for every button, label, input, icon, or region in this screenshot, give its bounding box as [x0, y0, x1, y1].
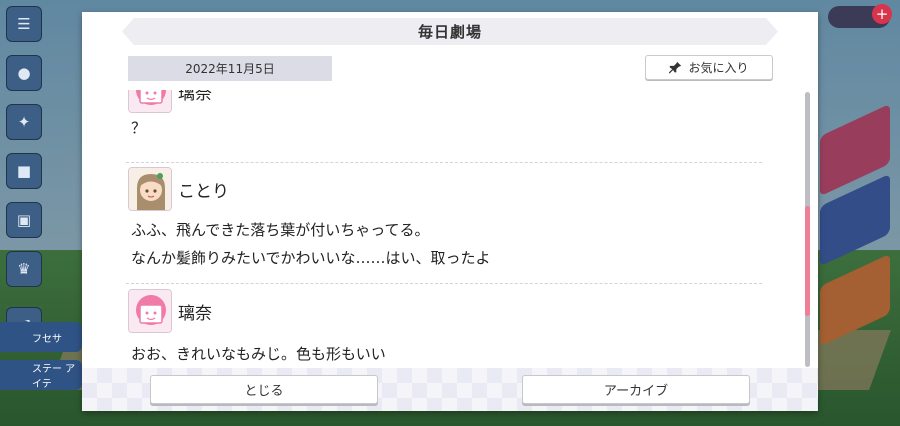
close-button[interactable]: とじる	[150, 375, 378, 404]
speaker-name: ことり	[178, 181, 229, 202]
favorite-button[interactable]: お気に入り	[645, 55, 773, 80]
rina-avatar	[128, 90, 172, 113]
daily-theater-dialog: 毎日劇場 2022年11月5日 お気に入り 璃奈 ？ ことり ふふ、飛んできた落…	[82, 12, 818, 411]
left-menu: ☰ ● ✦ ■ ▣ ♛ ⤢	[6, 6, 42, 356]
left-tab-1[interactable]: フセサ	[0, 322, 82, 352]
left-tab-2[interactable]: ステー アイテ	[0, 360, 82, 390]
date-label: 2022年11月5日	[128, 56, 332, 81]
dialogue-line: なんか髪飾りみたいでかわいいな……はい、取ったよ	[131, 249, 491, 267]
left-tab-1-label: フセサ	[32, 333, 62, 345]
title-bar: 毎日劇場	[122, 18, 778, 45]
pin-icon	[669, 61, 682, 74]
dialogue-line: ふふ、飛んできた落ち葉が付いちゃってる。	[131, 221, 430, 239]
speaker-name: 璃奈	[178, 303, 212, 324]
speaker-name: 璃奈	[178, 90, 212, 104]
scrollbar-thumb[interactable]	[805, 206, 810, 316]
chat-icon[interactable]: ●	[6, 55, 42, 91]
dialogue-entry: ことり ふふ、飛んできた落ち葉が付いちゃってる。 なんか髪飾りみたいでかわいいな…	[128, 166, 768, 272]
left-tab-2-label: ステー アイテ	[32, 364, 76, 390]
archive-button[interactable]: アーカイブ	[522, 375, 750, 404]
favorite-label: お気に入り	[688, 61, 749, 75]
trophy-icon[interactable]: ♛	[6, 251, 42, 287]
card-icon[interactable]: ▣	[6, 202, 42, 238]
speaker-row: 璃奈	[128, 288, 768, 334]
dialog-title: 毎日劇場	[417, 23, 482, 41]
dialogue-line: おお、きれいなもみじ。色も形もいい	[131, 345, 386, 363]
rina-avatar	[128, 289, 172, 333]
close-label: とじる	[244, 384, 284, 399]
speaker-row: ことり	[128, 166, 768, 212]
separator	[126, 162, 762, 163]
dialogue-line: ？	[131, 119, 147, 137]
dialogue-entry: 璃奈 おお、きれいなもみじ。色も形もいい	[128, 288, 768, 368]
menu-icon[interactable]: ☰	[6, 6, 42, 42]
dialogue-scroll-area[interactable]: 璃奈 ？ ことり ふふ、飛んできた落ち葉が付いちゃってる。 なんか髪飾りみたいで…	[122, 90, 770, 374]
add-currency-icon[interactable]: +	[872, 4, 892, 24]
gift-icon[interactable]: ■	[6, 153, 42, 189]
archive-label: アーカイブ	[603, 384, 669, 399]
kotori-avatar	[128, 167, 172, 211]
shirt-icon[interactable]: ✦	[6, 104, 42, 140]
separator	[126, 283, 762, 284]
speaker-row: 璃奈	[128, 90, 768, 114]
dialogue-entry: 璃奈 ？	[128, 90, 768, 142]
